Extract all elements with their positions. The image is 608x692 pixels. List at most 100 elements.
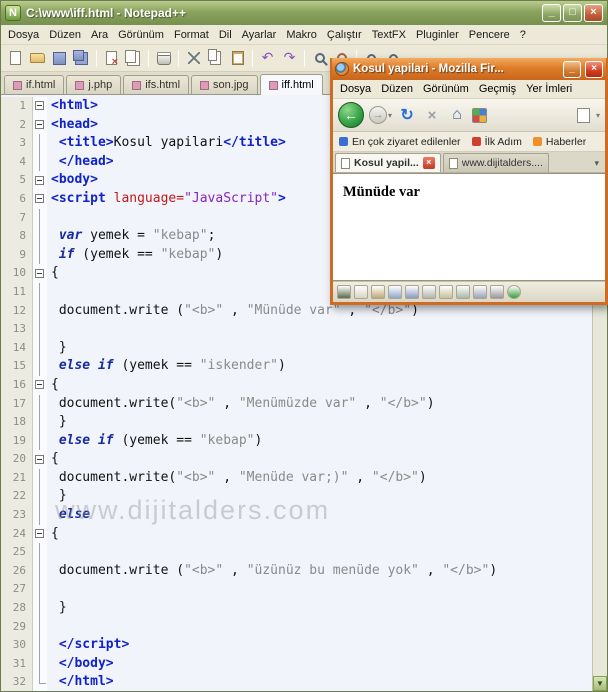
code-line[interactable]: 22 } xyxy=(1,487,592,507)
bookmark-haberler[interactable]: Haberler xyxy=(532,136,586,148)
firefox-menu-ge-mi[interactable]: Geçmiş xyxy=(474,81,521,97)
resize-icon[interactable] xyxy=(473,285,487,299)
fold-margin[interactable] xyxy=(33,245,47,265)
code-line[interactable]: 16 { xyxy=(1,375,592,395)
redo-button[interactable] xyxy=(279,48,300,69)
code-line[interactable]: 24 { xyxy=(1,524,592,544)
fold-margin[interactable] xyxy=(33,506,47,525)
copy-button[interactable] xyxy=(205,48,226,69)
home-button-icon[interactable] xyxy=(447,105,467,125)
page-button-icon[interactable] xyxy=(576,107,590,123)
firefox-close-button[interactable]: × xyxy=(585,60,603,78)
npp-menu-dosya[interactable]: Dosya xyxy=(3,26,44,44)
fold-toggle-icon[interactable] xyxy=(35,194,44,204)
npp-close-button[interactable]: × xyxy=(584,4,603,22)
firefox-menu-g-r-n-m[interactable]: Görünüm xyxy=(418,81,474,97)
npp-menu-makro[interactable]: Makro xyxy=(281,26,322,44)
forward-dropdown-icon[interactable] xyxy=(388,111,392,120)
npp-titlebar[interactable]: C:\www\iff.html - Notepad++ _ □ × xyxy=(1,1,607,25)
fold-margin[interactable] xyxy=(33,97,47,116)
back-button-icon[interactable] xyxy=(338,102,364,128)
cut-button[interactable] xyxy=(183,48,204,69)
editor-tab-if-html[interactable]: if.html xyxy=(4,75,65,94)
edit-icon[interactable] xyxy=(371,285,385,299)
fold-toggle-icon[interactable] xyxy=(35,119,44,129)
fold-margin[interactable] xyxy=(33,320,47,339)
fold-margin[interactable] xyxy=(33,115,47,135)
tab-close-icon[interactable] xyxy=(422,157,435,169)
fold-toggle-icon[interactable] xyxy=(35,380,44,390)
layout-icon[interactable] xyxy=(456,285,470,299)
close-button[interactable] xyxy=(101,48,122,69)
code-line[interactable]: 20 { xyxy=(1,450,592,469)
save-all-button[interactable] xyxy=(71,48,92,69)
fold-margin[interactable] xyxy=(33,375,47,395)
editor-tab-iff-html[interactable]: iff.html xyxy=(259,74,323,95)
npp-menu-dil[interactable]: Dil xyxy=(214,26,237,44)
bookmark-en-ok-ziyaret-edilenler[interactable]: En çok ziyaret edilenler xyxy=(339,136,461,148)
npp-menu-pencere[interactable]: Pencere xyxy=(464,26,515,44)
fold-margin[interactable] xyxy=(33,282,47,302)
fold-margin[interactable] xyxy=(33,580,47,600)
firefox-minimize-button[interactable]: _ xyxy=(563,60,581,78)
save-icon[interactable] xyxy=(405,285,419,299)
find-button[interactable] xyxy=(309,48,330,69)
tab-list-dropdown-icon[interactable] xyxy=(590,158,603,172)
stop-button-icon[interactable] xyxy=(422,105,442,125)
code-line[interactable]: 26 document.write ("<b>" , "üzünüz bu me… xyxy=(1,561,592,581)
code-line[interactable]: 28 } xyxy=(1,599,592,618)
print-icon[interactable] xyxy=(422,285,436,299)
fold-margin[interactable] xyxy=(33,227,47,246)
firefox-menu-dosya[interactable]: Dosya xyxy=(335,81,376,97)
fold-margin[interactable] xyxy=(33,301,47,321)
code-line[interactable]: 29 xyxy=(1,617,592,637)
fold-margin[interactable] xyxy=(33,543,47,562)
page-dropdown-icon[interactable] xyxy=(596,111,600,120)
firefox-titlebar[interactable]: Kosul yapilari - Mozilla Fir... _ × xyxy=(332,58,606,80)
quick-dial-icon[interactable] xyxy=(472,107,488,123)
fold-margin[interactable] xyxy=(33,264,47,283)
bookmark-i-lk-ad-m[interactable]: İlk Adım xyxy=(471,136,522,148)
fold-toggle-icon[interactable] xyxy=(35,175,44,185)
code-line[interactable]: 31 </body> xyxy=(1,654,592,674)
code-line[interactable]: 17 document.write("<b>" , "Menümüzde var… xyxy=(1,394,592,414)
fold-margin[interactable] xyxy=(33,431,47,451)
code-line[interactable]: 18 } xyxy=(1,413,592,432)
paste-button[interactable] xyxy=(227,48,248,69)
npp-menu-d-zen[interactable]: Düzen xyxy=(44,26,86,44)
web-developer-icon[interactable] xyxy=(337,285,351,299)
code-line[interactable]: 13 xyxy=(1,320,592,339)
fold-margin[interactable] xyxy=(33,134,47,153)
fold-toggle-icon[interactable] xyxy=(35,454,44,464)
npp-restore-button[interactable]: □ xyxy=(563,4,582,22)
editor-tab-son-jpg[interactable]: son.jpg xyxy=(191,75,258,94)
fold-margin[interactable] xyxy=(33,394,47,414)
document-icon[interactable] xyxy=(354,285,368,299)
frame-icon[interactable] xyxy=(439,285,453,299)
firefox-menu-d-zen[interactable]: Düzen xyxy=(376,81,418,97)
npp-menu-item[interactable]: ? xyxy=(515,26,531,44)
npp-menu-ayarlar[interactable]: Ayarlar xyxy=(237,26,282,44)
open-file-button[interactable] xyxy=(27,48,48,69)
info-icon[interactable] xyxy=(507,285,521,299)
fold-toggle-icon[interactable] xyxy=(35,268,44,278)
image-icon[interactable] xyxy=(388,285,402,299)
fold-margin[interactable] xyxy=(33,413,47,432)
fold-margin[interactable] xyxy=(33,654,47,674)
close-all-button[interactable] xyxy=(123,48,144,69)
npp-menu-pluginler[interactable]: Pluginler xyxy=(411,26,464,44)
fold-margin[interactable] xyxy=(33,468,47,488)
undo-button[interactable] xyxy=(257,48,278,69)
fold-margin[interactable] xyxy=(33,208,47,228)
save-button[interactable] xyxy=(49,48,70,69)
refresh-button-icon[interactable] xyxy=(397,105,417,125)
code-line[interactable]: 21 document.write("<b>" , "Menüde var;)"… xyxy=(1,468,592,488)
code-line[interactable]: 32 </html> xyxy=(1,673,592,691)
fold-margin[interactable] xyxy=(33,152,47,172)
editor-tab-ifs-html[interactable]: ifs.html xyxy=(123,75,190,94)
npp-menu-format[interactable]: Format xyxy=(169,26,214,44)
fold-margin[interactable] xyxy=(33,450,47,469)
fold-margin[interactable] xyxy=(33,171,47,190)
code-line[interactable]: 15 else if (yemek == "iskender") xyxy=(1,357,592,376)
code-line[interactable]: 23 else xyxy=(1,506,592,525)
